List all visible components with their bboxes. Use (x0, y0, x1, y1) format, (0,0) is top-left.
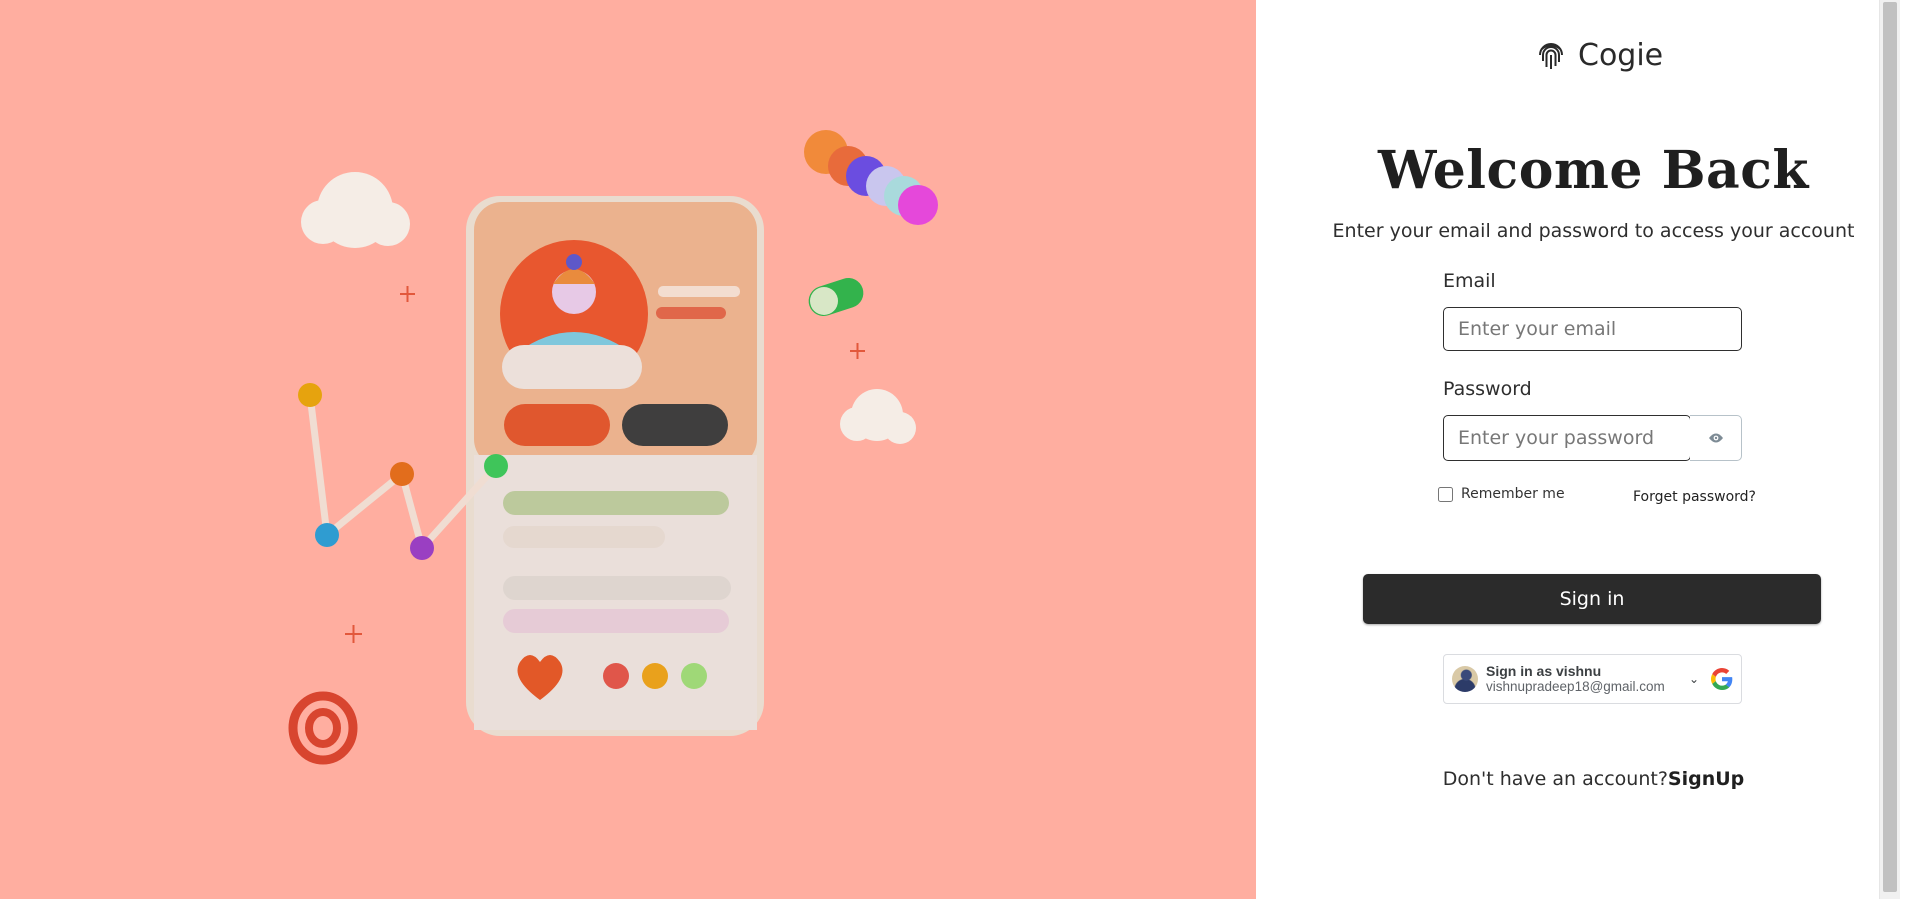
google-icon (1711, 668, 1733, 690)
email-label: Email (1443, 270, 1496, 292)
show-password-button[interactable] (1690, 415, 1742, 461)
google-account-title: Sign in as vishnu (1486, 663, 1602, 679)
sign-in-button[interactable]: Sign in (1363, 574, 1821, 624)
scrollbar-thumb[interactable] (1883, 2, 1897, 892)
scrollbar[interactable] (1879, 0, 1900, 899)
google-account-info: Sign in as vishnu vishnupradeep18@gmail.… (1486, 663, 1681, 695)
signup-prompt: Don't have an account?SignUp (1256, 768, 1920, 790)
chevron-down-icon[interactable]: ⌄ (1689, 672, 1699, 686)
signup-link[interactable]: SignUp (1668, 768, 1744, 790)
remember-checkbox[interactable] (1438, 486, 1453, 502)
illustration-panel (0, 0, 1256, 899)
cloud-left (301, 172, 410, 248)
signup-prompt-text: Don't have an account? (1442, 768, 1668, 790)
forgot-password-link[interactable]: Forget password? (1633, 489, 1756, 505)
google-sign-in-button[interactable]: Sign in as vishnu vishnupradeep18@gmail.… (1443, 654, 1742, 704)
email-input[interactable] (1443, 307, 1742, 351)
brand: Cogie (1534, 38, 1663, 73)
fingerprint-icon (1539, 42, 1563, 69)
remember-label: Remember me (1461, 486, 1565, 502)
password-label: Password (1443, 378, 1532, 400)
google-account-email: vishnupradeep18@gmail.com (1486, 679, 1665, 694)
eye-icon (1708, 433, 1723, 443)
remember-me[interactable]: Remember me (1438, 486, 1565, 502)
cloud-right (840, 389, 916, 444)
page-subtitle: Enter your email and password to access … (1332, 220, 1855, 242)
phone-illustration (288, 130, 938, 765)
page-title: Welcome Back (1378, 140, 1809, 201)
login-panel: Cogie Welcome Back Enter your email and … (1256, 0, 1900, 899)
password-input[interactable] (1443, 415, 1691, 461)
avatar (1452, 666, 1478, 692)
brand-name: Cogie (1578, 38, 1664, 73)
